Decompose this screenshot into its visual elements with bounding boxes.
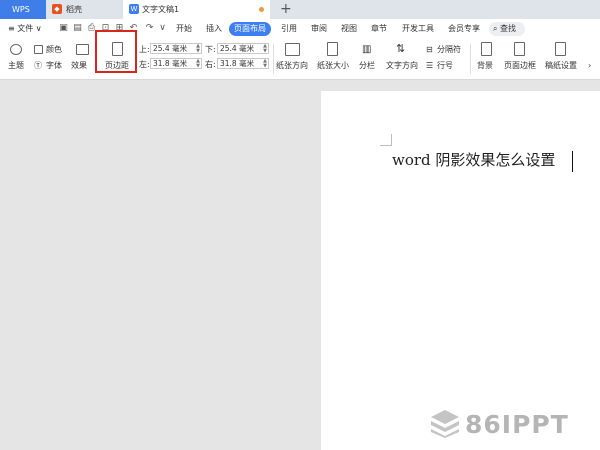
font-icon[interactable]: Ⓣ <box>34 60 42 71</box>
bottom-margin-stepper-icon[interactable]: ▲ ▼ <box>263 44 267 54</box>
menu-member[interactable]: 会员专享 <box>448 22 480 36</box>
save-icon[interactable]: ▣ <box>58 23 69 34</box>
right-margin-input[interactable]: 31.8 毫米 ▲ ▼ <box>217 58 269 69</box>
tab-document[interactable]: W 文字文稿1 <box>123 0 270 19</box>
orientation-icon[interactable] <box>285 43 300 56</box>
paper-size-button[interactable]: 纸张大小 <box>317 60 349 71</box>
watermark: 86IPPT <box>429 408 568 442</box>
open-icon[interactable]: ▤ <box>72 23 83 34</box>
menu-references[interactable]: 引用 <box>281 22 297 36</box>
menu-page-layout[interactable]: 页面布局 <box>229 22 271 36</box>
bottom-margin-input[interactable]: 25.4 毫米 ▲ ▼ <box>217 43 269 54</box>
orientation-button[interactable]: 纸张方向 <box>276 60 308 71</box>
writer-logo-icon: W <box>129 4 139 14</box>
menu-section[interactable]: 章节 <box>371 22 387 36</box>
manuscript-button[interactable]: 稿纸设置 <box>545 60 577 71</box>
tab-wps[interactable]: WPS <box>0 0 46 19</box>
text-caret <box>572 151 573 172</box>
text-direction-button[interactable]: 文字方向 <box>386 60 418 71</box>
page-border-icon[interactable] <box>514 42 525 56</box>
tab-docer[interactable]: ◆ 稻壳 <box>46 0 123 19</box>
left-margin-label: 左: <box>139 60 150 69</box>
manuscript-icon[interactable] <box>555 42 566 56</box>
more-quick-icon[interactable]: ∨ <box>157 23 168 34</box>
ribbon-divider <box>273 44 274 74</box>
left-margin-value: 31.8 毫米 <box>153 59 188 68</box>
unsaved-dot-icon <box>259 7 264 12</box>
ribbon-divider <box>470 44 471 74</box>
theme-button[interactable]: 主题 <box>8 60 24 71</box>
docer-logo-icon: ◆ <box>52 4 62 14</box>
watermark-text: 86IPPT <box>465 410 569 439</box>
font-button[interactable]: 字体 <box>46 60 62 71</box>
margin-corner-mark <box>380 134 392 146</box>
color-button[interactable]: 颜色 <box>46 44 62 55</box>
paper-size-icon[interactable] <box>327 42 338 56</box>
bottom-margin-label: 下: <box>205 45 216 54</box>
menu-bar: ≡ 文件 ∨ ▣ ▤ ⎙ ⊡ ⊞ ↶ ↷ ∨ 开始 插入 页面布局 引用 审阅 … <box>0 19 600 39</box>
menu-view[interactable]: 视图 <box>341 22 357 36</box>
new-tab-button[interactable]: + <box>280 1 292 17</box>
right-margin-value: 31.8 毫米 <box>220 59 255 68</box>
theme-icon[interactable] <box>10 44 22 55</box>
columns-icon[interactable]: ▥ <box>362 44 371 55</box>
margins-highlight-box <box>95 30 137 73</box>
background-button[interactable]: 背景 <box>477 60 493 71</box>
left-margin-stepper-icon[interactable]: ▲ ▼ <box>196 59 200 69</box>
title-tab-bar: WPS ◆ 稻壳 W 文字文稿1 + <box>0 0 600 19</box>
line-number-icon: ☰ <box>426 61 434 70</box>
tab-document-label: 文字文稿1 <box>142 5 180 14</box>
menu-home[interactable]: 开始 <box>176 22 192 36</box>
search-button[interactable]: ⌕ 查找 <box>489 22 525 36</box>
top-margin-value: 25.4 毫米 <box>153 44 188 53</box>
search-icon: ⌕ <box>493 24 498 33</box>
background-icon[interactable] <box>481 42 492 56</box>
tab-docer-label: 稻壳 <box>66 5 82 14</box>
line-number-button[interactable]: 行号 <box>437 60 453 71</box>
redo-icon[interactable]: ↷ <box>144 23 155 34</box>
watermark-logo-icon <box>431 410 459 438</box>
effect-button[interactable]: 效果 <box>71 60 87 71</box>
separator-button[interactable]: 分隔符 <box>437 44 461 55</box>
page-border-button[interactable]: 页面边框 <box>504 60 536 71</box>
ribbon-more-icon[interactable]: › <box>588 60 591 71</box>
bottom-margin-value: 25.4 毫米 <box>220 44 255 53</box>
separator-icon: ⊟ <box>426 45 433 54</box>
right-margin-stepper-icon[interactable]: ▲ ▼ <box>263 59 267 69</box>
top-margin-stepper-icon[interactable]: ▲ ▼ <box>196 44 200 54</box>
top-margin-input[interactable]: 25.4 毫米 ▲ ▼ <box>150 43 202 54</box>
right-margin-label: 右: <box>205 60 216 69</box>
document-text[interactable]: word 阴影效果怎么设置 <box>392 150 555 170</box>
effect-icon <box>76 44 89 55</box>
menu-insert[interactable]: 插入 <box>206 22 222 36</box>
left-margin-input[interactable]: 31.8 毫米 ▲ ▼ <box>150 58 202 69</box>
columns-button[interactable]: 分栏 <box>359 60 375 71</box>
document-page[interactable] <box>321 91 600 450</box>
file-menu[interactable]: ≡ 文件 ∨ <box>8 22 42 36</box>
color-icon <box>34 45 43 54</box>
menu-review[interactable]: 审阅 <box>311 22 327 36</box>
search-label: 查找 <box>500 24 517 33</box>
menu-developer[interactable]: 开发工具 <box>402 22 434 36</box>
top-margin-label: 上: <box>139 45 150 54</box>
text-direction-icon[interactable]: ⇅ <box>396 43 405 54</box>
